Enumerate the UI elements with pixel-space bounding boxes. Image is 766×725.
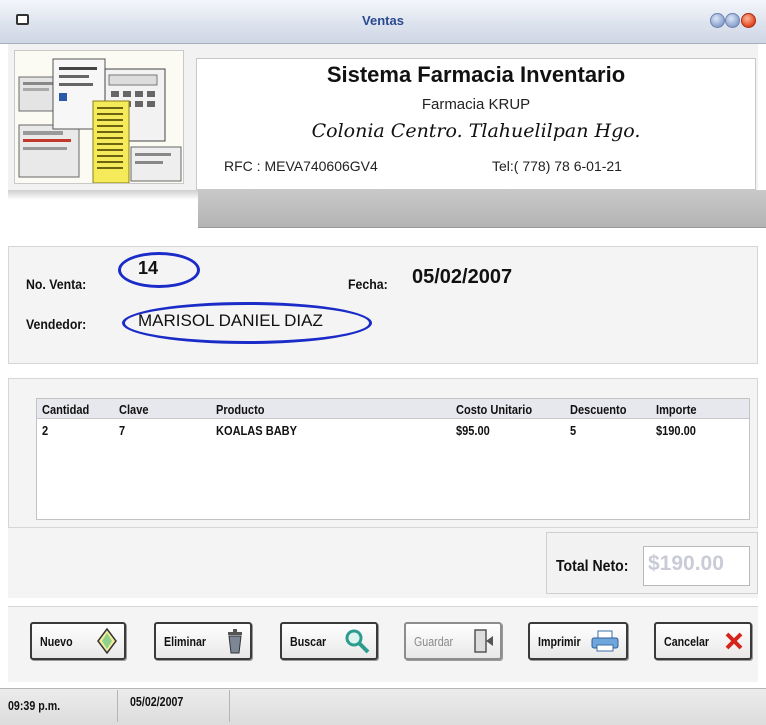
col-importe[interactable]: Importe xyxy=(656,402,697,417)
col-costo-unitario[interactable]: Costo Unitario xyxy=(456,402,532,417)
maximize-button[interactable] xyxy=(725,13,740,28)
status-time: 09:39 p.m. xyxy=(6,690,118,722)
date-value: 05/02/2007 xyxy=(412,266,513,288)
cell-descuento[interactable]: 5 xyxy=(570,423,576,438)
cancelar-label: Cancelar xyxy=(664,633,710,649)
guardar-button[interactable]: Guardar xyxy=(404,622,502,660)
cancelar-button[interactable]: Cancelar xyxy=(654,622,752,660)
col-clave[interactable]: Clave xyxy=(119,402,148,417)
eliminar-label: Eliminar xyxy=(164,633,207,649)
guardar-label: Guardar xyxy=(414,633,454,649)
divider-shadow xyxy=(8,190,208,200)
status-time-text: 09:39 p.m. xyxy=(8,698,61,713)
trash-icon xyxy=(228,629,242,654)
pharmacy-address: Colonia Centro. Tlahuelilpan Hgo. xyxy=(311,120,641,142)
col-producto[interactable]: Producto xyxy=(216,402,265,417)
header-divider xyxy=(8,190,766,230)
close-button[interactable] xyxy=(741,13,756,28)
cancel-x-icon xyxy=(725,632,743,650)
window-title: Ventas xyxy=(362,13,404,28)
cell-importe[interactable]: $190.00 xyxy=(656,423,696,438)
search-icon xyxy=(345,629,370,654)
total-label: Total Neto: xyxy=(556,558,629,575)
rfc-text: RFC : MEVA740606GV4 xyxy=(224,158,378,174)
pharmacy-name: Farmacia KRUP xyxy=(421,96,531,113)
status-date-text: 05/02/2007 xyxy=(130,694,184,709)
minimize-button[interactable] xyxy=(710,13,725,28)
new-document-icon xyxy=(97,627,117,655)
sale-number-highlight xyxy=(118,252,200,288)
cell-clave[interactable]: 7 xyxy=(119,423,125,438)
status-date: 05/02/2007 xyxy=(118,690,230,722)
phone-text: Tel:( 778) 78 6-01-21 xyxy=(492,158,622,174)
nuevo-button[interactable]: Nuevo xyxy=(30,622,126,660)
sale-number-label: No. Venta: xyxy=(26,276,87,292)
total-value: $190.00 xyxy=(648,552,724,575)
date-label: Fecha: xyxy=(348,276,388,292)
col-descuento[interactable]: Descuento xyxy=(570,402,626,417)
save-door-icon xyxy=(474,629,493,653)
buscar-label: Buscar xyxy=(290,633,327,649)
inventory-documents-logo xyxy=(14,50,184,184)
sale-number-value: 14 xyxy=(138,258,159,278)
imprimir-label: Imprimir xyxy=(538,633,581,649)
divider-bar xyxy=(198,190,766,228)
seller-label: Vendedor: xyxy=(26,316,87,332)
printer-icon xyxy=(591,630,619,652)
cell-producto[interactable]: KOALAS BABY xyxy=(216,423,297,438)
buscar-button[interactable]: Buscar xyxy=(280,622,378,660)
eliminar-button[interactable]: Eliminar xyxy=(154,622,252,660)
col-cantidad[interactable]: Cantidad xyxy=(42,402,89,417)
seller-value: MARISOL DANIEL DIAZ xyxy=(138,311,323,330)
nuevo-label: Nuevo xyxy=(40,633,73,649)
cell-cantidad[interactable]: 2 xyxy=(42,423,48,438)
imprimir-button[interactable]: Imprimir xyxy=(528,622,628,660)
title-bar: Ventas xyxy=(0,0,766,44)
cell-costo[interactable]: $95.00 xyxy=(456,423,490,438)
system-title: Sistema Farmacia Inventario xyxy=(326,62,626,87)
